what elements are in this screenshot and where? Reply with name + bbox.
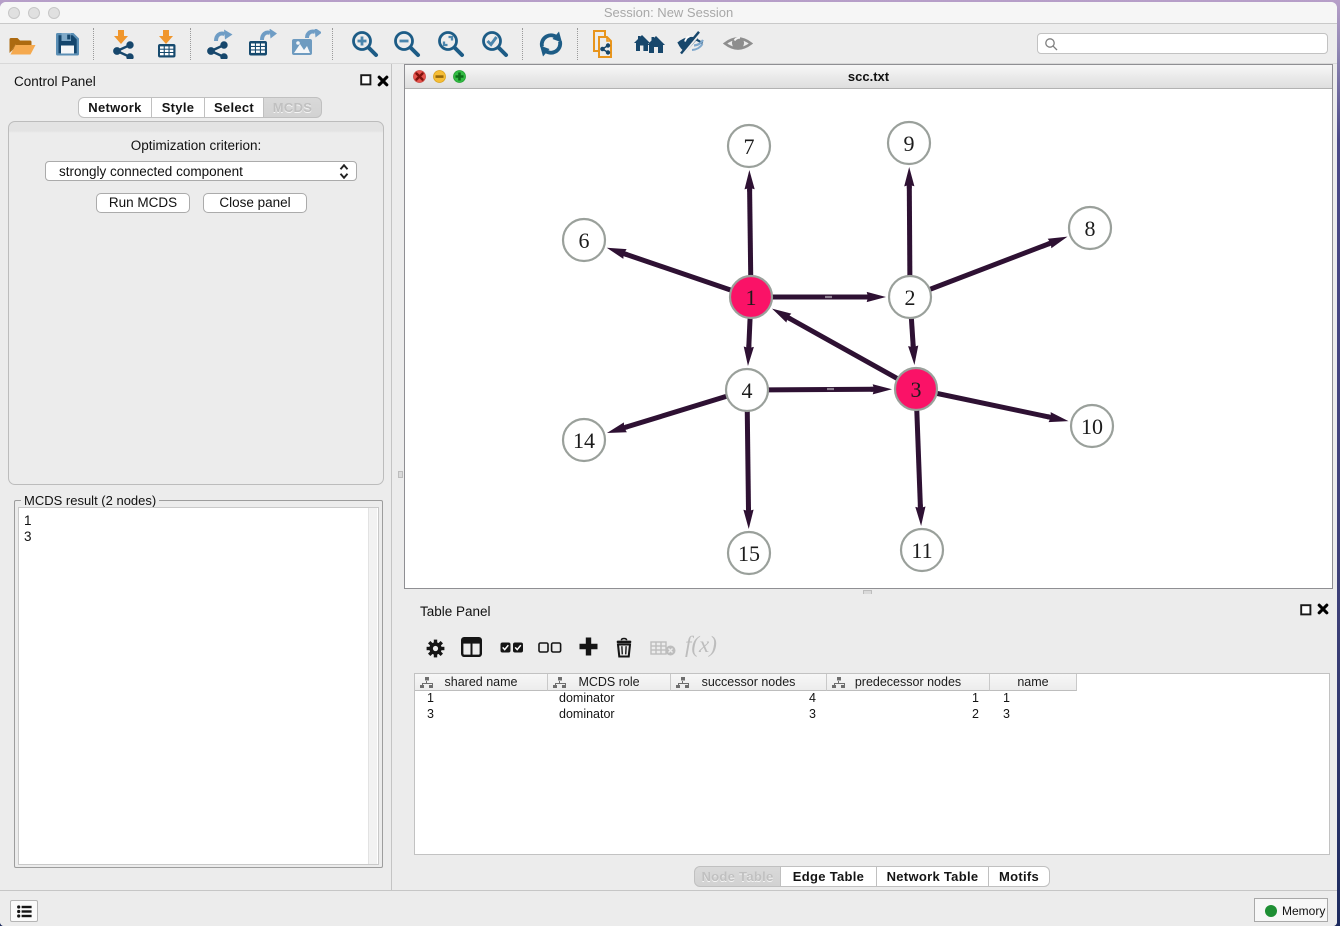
svg-text:4: 4 <box>742 378 753 403</box>
svg-text:6: 6 <box>579 228 590 253</box>
svg-text:8: 8 <box>1085 216 1096 241</box>
svg-text:9: 9 <box>904 131 915 156</box>
svg-text:11: 11 <box>911 538 932 563</box>
svg-text:15: 15 <box>738 541 760 566</box>
svg-text:10: 10 <box>1081 414 1103 439</box>
svg-text:2: 2 <box>905 285 916 310</box>
svg-text:3: 3 <box>911 377 922 402</box>
svg-text:14: 14 <box>573 428 595 453</box>
svg-text:7: 7 <box>744 134 755 159</box>
svg-text:1: 1 <box>746 285 757 310</box>
